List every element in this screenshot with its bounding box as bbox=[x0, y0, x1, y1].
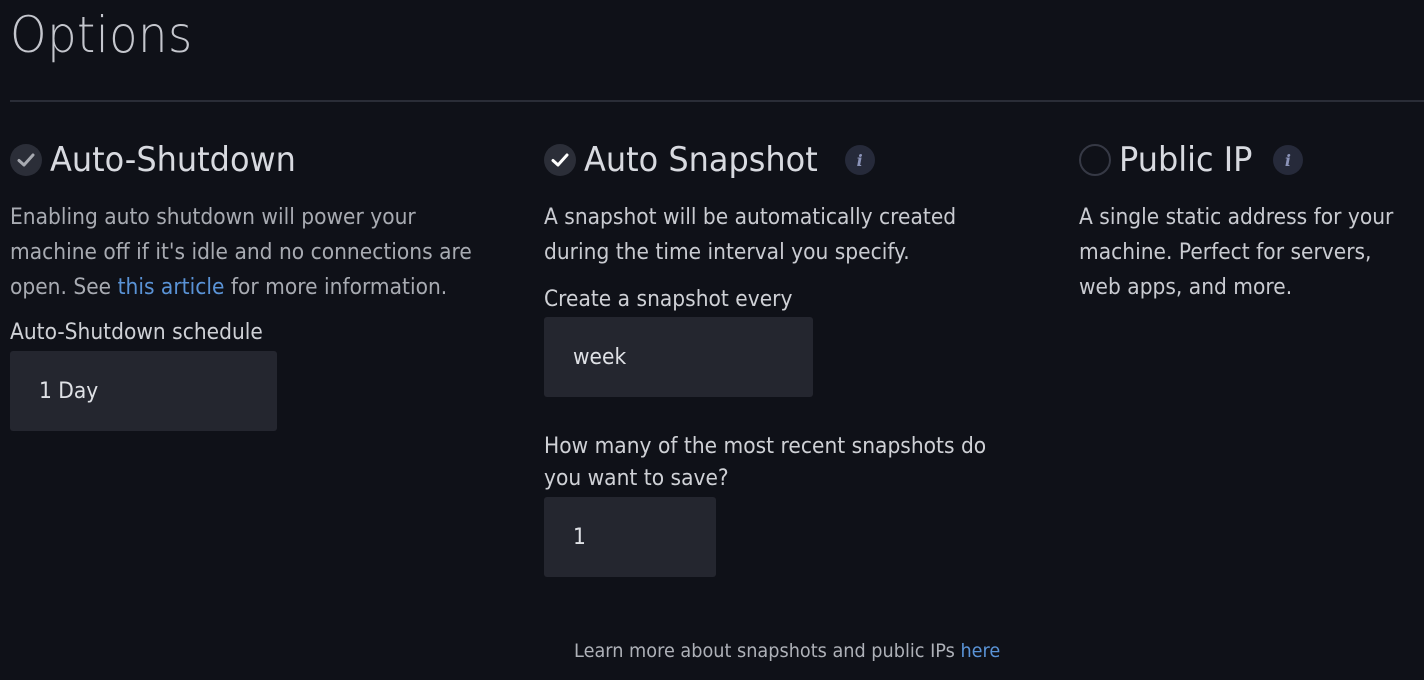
snapshot-count-value: 1 bbox=[573, 524, 586, 550]
divider bbox=[10, 100, 1424, 102]
auto-shutdown-description: Enabling auto shutdown will power your m… bbox=[10, 200, 502, 305]
auto-shutdown-schedule-select[interactable]: 1 Day bbox=[10, 351, 277, 431]
auto-shutdown-schedule-value: 1 Day bbox=[39, 378, 99, 404]
public-ip-description: A single static address for your machine… bbox=[1079, 205, 1394, 300]
auto-snapshot-section: Auto Snapshot i A snapshot will be autom… bbox=[544, 140, 1044, 577]
check-icon bbox=[17, 153, 35, 167]
page-title: Options bbox=[10, 6, 193, 64]
info-icon[interactable]: i bbox=[844, 145, 875, 175]
auto-shutdown-schedule-label: Auto-Shutdown schedule bbox=[10, 320, 263, 345]
check-icon bbox=[551, 153, 569, 167]
this-article-link[interactable]: this article bbox=[118, 275, 225, 300]
auto-snapshot-checkbox[interactable] bbox=[544, 144, 576, 176]
footer: Learn more about snapshots and public IP… bbox=[0, 640, 1424, 662]
snapshot-count-label: How many of the most recent snapshots do… bbox=[544, 434, 987, 491]
auto-shutdown-title: Auto-Shutdown bbox=[50, 140, 296, 180]
public-ip-section: Public IP i A single static address for … bbox=[1079, 140, 1424, 305]
snapshot-interval-label: Create a snapshot every bbox=[544, 287, 793, 312]
snapshot-interval-value: week bbox=[573, 344, 627, 370]
auto-shutdown-checkbox[interactable] bbox=[10, 144, 42, 176]
snapshot-count-input[interactable]: 1 bbox=[544, 497, 716, 577]
auto-shutdown-desc-tail: for more information. bbox=[224, 275, 448, 300]
auto-shutdown-header: Auto-Shutdown bbox=[10, 140, 510, 180]
auto-snapshot-title: Auto Snapshot bbox=[584, 140, 818, 180]
public-ip-checkbox[interactable] bbox=[1079, 144, 1111, 176]
auto-shutdown-section: Auto-Shutdown Enabling auto shutdown wil… bbox=[10, 140, 510, 431]
snapshot-interval-select[interactable]: week bbox=[544, 317, 813, 397]
footer-here-link[interactable]: here bbox=[960, 640, 1000, 662]
auto-snapshot-description: A snapshot will be automatically created… bbox=[544, 205, 957, 265]
auto-snapshot-header: Auto Snapshot i bbox=[544, 140, 1044, 180]
public-ip-header: Public IP i bbox=[1079, 140, 1424, 180]
public-ip-title: Public IP bbox=[1119, 140, 1253, 180]
footer-text: Learn more about snapshots and public IP… bbox=[573, 640, 961, 662]
info-icon[interactable]: i bbox=[1272, 145, 1303, 175]
